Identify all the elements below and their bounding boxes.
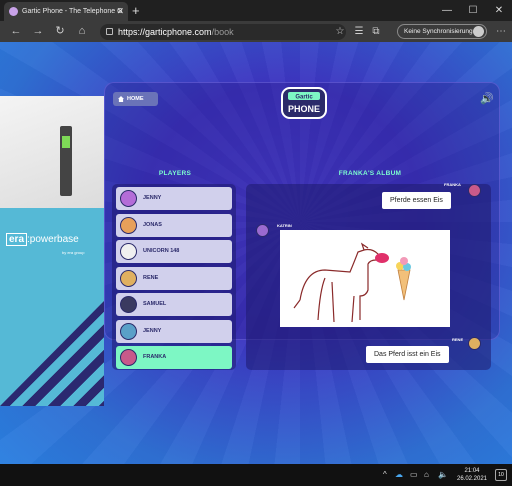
player-item: RENE — [116, 266, 232, 290]
tab-close-icon[interactable]: ✕ — [116, 2, 124, 21]
player-avatar — [120, 216, 137, 234]
home-icon — [118, 96, 124, 102]
players-title: PLAYERS — [158, 170, 192, 177]
player-name: SAMUEL — [143, 301, 167, 307]
reading-list-icon[interactable]: ☰ — [352, 24, 366, 39]
reload-icon[interactable]: ↻ — [52, 24, 68, 39]
back-arrow-icon[interactable]: ← — [8, 24, 24, 39]
collections-icon[interactable]: ⧉ — [369, 24, 383, 39]
home-icon[interactable]: ⌂ — [74, 24, 90, 39]
windows-taskbar: ^ ☁ ▭ ⌂ 🔈 21:04 26.02.2021 10 — [0, 464, 512, 486]
taskbar-clock[interactable]: 21:04 26.02.2021 — [455, 467, 489, 483]
ad-device-graphic — [60, 126, 72, 196]
home-label: HOME — [127, 96, 144, 102]
sync-profile-button[interactable]: Keine Synchronisierung — [397, 24, 487, 39]
favicon-icon — [9, 7, 18, 16]
chevron-up-icon[interactable]: ^ — [383, 470, 387, 479]
message-author: RENE — [452, 337, 464, 342]
ad-product-image — [0, 96, 104, 208]
browser-tab-strip: Gartic Phone - The Telephone G ✕ + — ☐ ✕ — [0, 0, 512, 21]
message-bubble: Das Pferd isst ein Eis — [366, 346, 449, 363]
message-author: FRANKA — [444, 182, 461, 187]
ad-stripes-graphic — [0, 301, 104, 406]
cloud-icon[interactable]: ☁ — [395, 470, 403, 479]
new-tab-button[interactable]: + — [132, 3, 140, 18]
sound-speaker-icon[interactable]: 🔊 — [480, 92, 494, 105]
author-avatar — [468, 337, 481, 350]
player-avatar — [120, 190, 137, 207]
player-avatar — [120, 296, 137, 313]
player-item-active: FRANKA — [116, 346, 232, 369]
clock-date: 26.02.2021 — [456, 476, 488, 482]
logo-bottom-text: PHONE — [288, 104, 320, 114]
address-bar[interactable]: https://garticphone.com/book — [100, 24, 346, 40]
player-name: FRANKA — [143, 354, 167, 360]
browser-tab[interactable]: Gartic Phone - The Telephone G ✕ — [4, 2, 128, 21]
author-avatar — [468, 184, 481, 197]
tab-title: Gartic Phone - The Telephone G — [22, 8, 123, 15]
sync-label: Keine Synchronisierung — [404, 28, 473, 35]
player-item: JENNY — [116, 187, 232, 210]
home-button[interactable]: HOME — [113, 92, 158, 106]
player-item: SAMUEL — [116, 293, 232, 316]
ad-brand-logo: era:powerbase — [6, 233, 79, 246]
notification-center-icon[interactable]: 10 — [495, 469, 507, 481]
ad-brand-sub: by era group — [62, 250, 85, 255]
browser-toolbar: ← → ↻ ⌂ https://garticphone.com/book ☆ ☰… — [0, 21, 512, 42]
player-name: JENNY — [143, 327, 162, 334]
player-name: RENE — [143, 274, 159, 281]
lock-icon — [106, 28, 113, 35]
player-name: JONAS — [143, 221, 162, 228]
player-name: UNICORN 148 — [143, 248, 180, 254]
maximize-button[interactable]: ☐ — [460, 0, 486, 21]
player-item: JENNY — [116, 319, 232, 343]
volume-icon[interactable]: 🔈 — [438, 470, 448, 479]
player-avatar — [120, 269, 137, 287]
message-bubble: Pferde essen Eis — [382, 192, 451, 209]
player-item: UNICORN 148 — [116, 240, 232, 263]
author-avatar — [256, 224, 269, 237]
player-drawing — [280, 230, 450, 327]
network-icon[interactable]: ⌂ — [424, 470, 429, 479]
drawing-author: KATRIN — [277, 223, 292, 228]
minimize-button[interactable]: — — [434, 0, 460, 21]
clock-time: 21:04 — [464, 468, 480, 474]
player-name: JENNY — [143, 195, 162, 201]
url-host: https://garticphone.com — [118, 27, 212, 37]
horse-drawing-image — [293, 242, 411, 323]
advertisement-banner[interactable]: era:powerbase by era group — [0, 96, 104, 406]
profile-avatar — [473, 26, 484, 37]
window-close-button[interactable]: ✕ — [486, 0, 512, 21]
gartic-phone-logo: Gartic PHONE — [281, 87, 327, 119]
display-icon[interactable]: ▭ — [410, 470, 418, 479]
favorite-star-icon[interactable]: ☆ — [333, 24, 347, 39]
logo-top-text: Gartic — [295, 95, 313, 101]
player-avatar — [120, 349, 137, 366]
forward-arrow-icon[interactable]: → — [30, 24, 46, 39]
player-avatar — [120, 243, 137, 260]
album-title: FRANKA'S ALBUM — [338, 170, 402, 177]
more-menu-icon[interactable]: ⋯ — [494, 24, 508, 39]
url-path: /book — [211, 27, 234, 37]
players-list: JENNY JONAS UNICORN 148 RENE SAMUEL JENN… — [112, 184, 236, 370]
player-item: JONAS — [116, 213, 232, 237]
player-avatar — [120, 322, 137, 340]
